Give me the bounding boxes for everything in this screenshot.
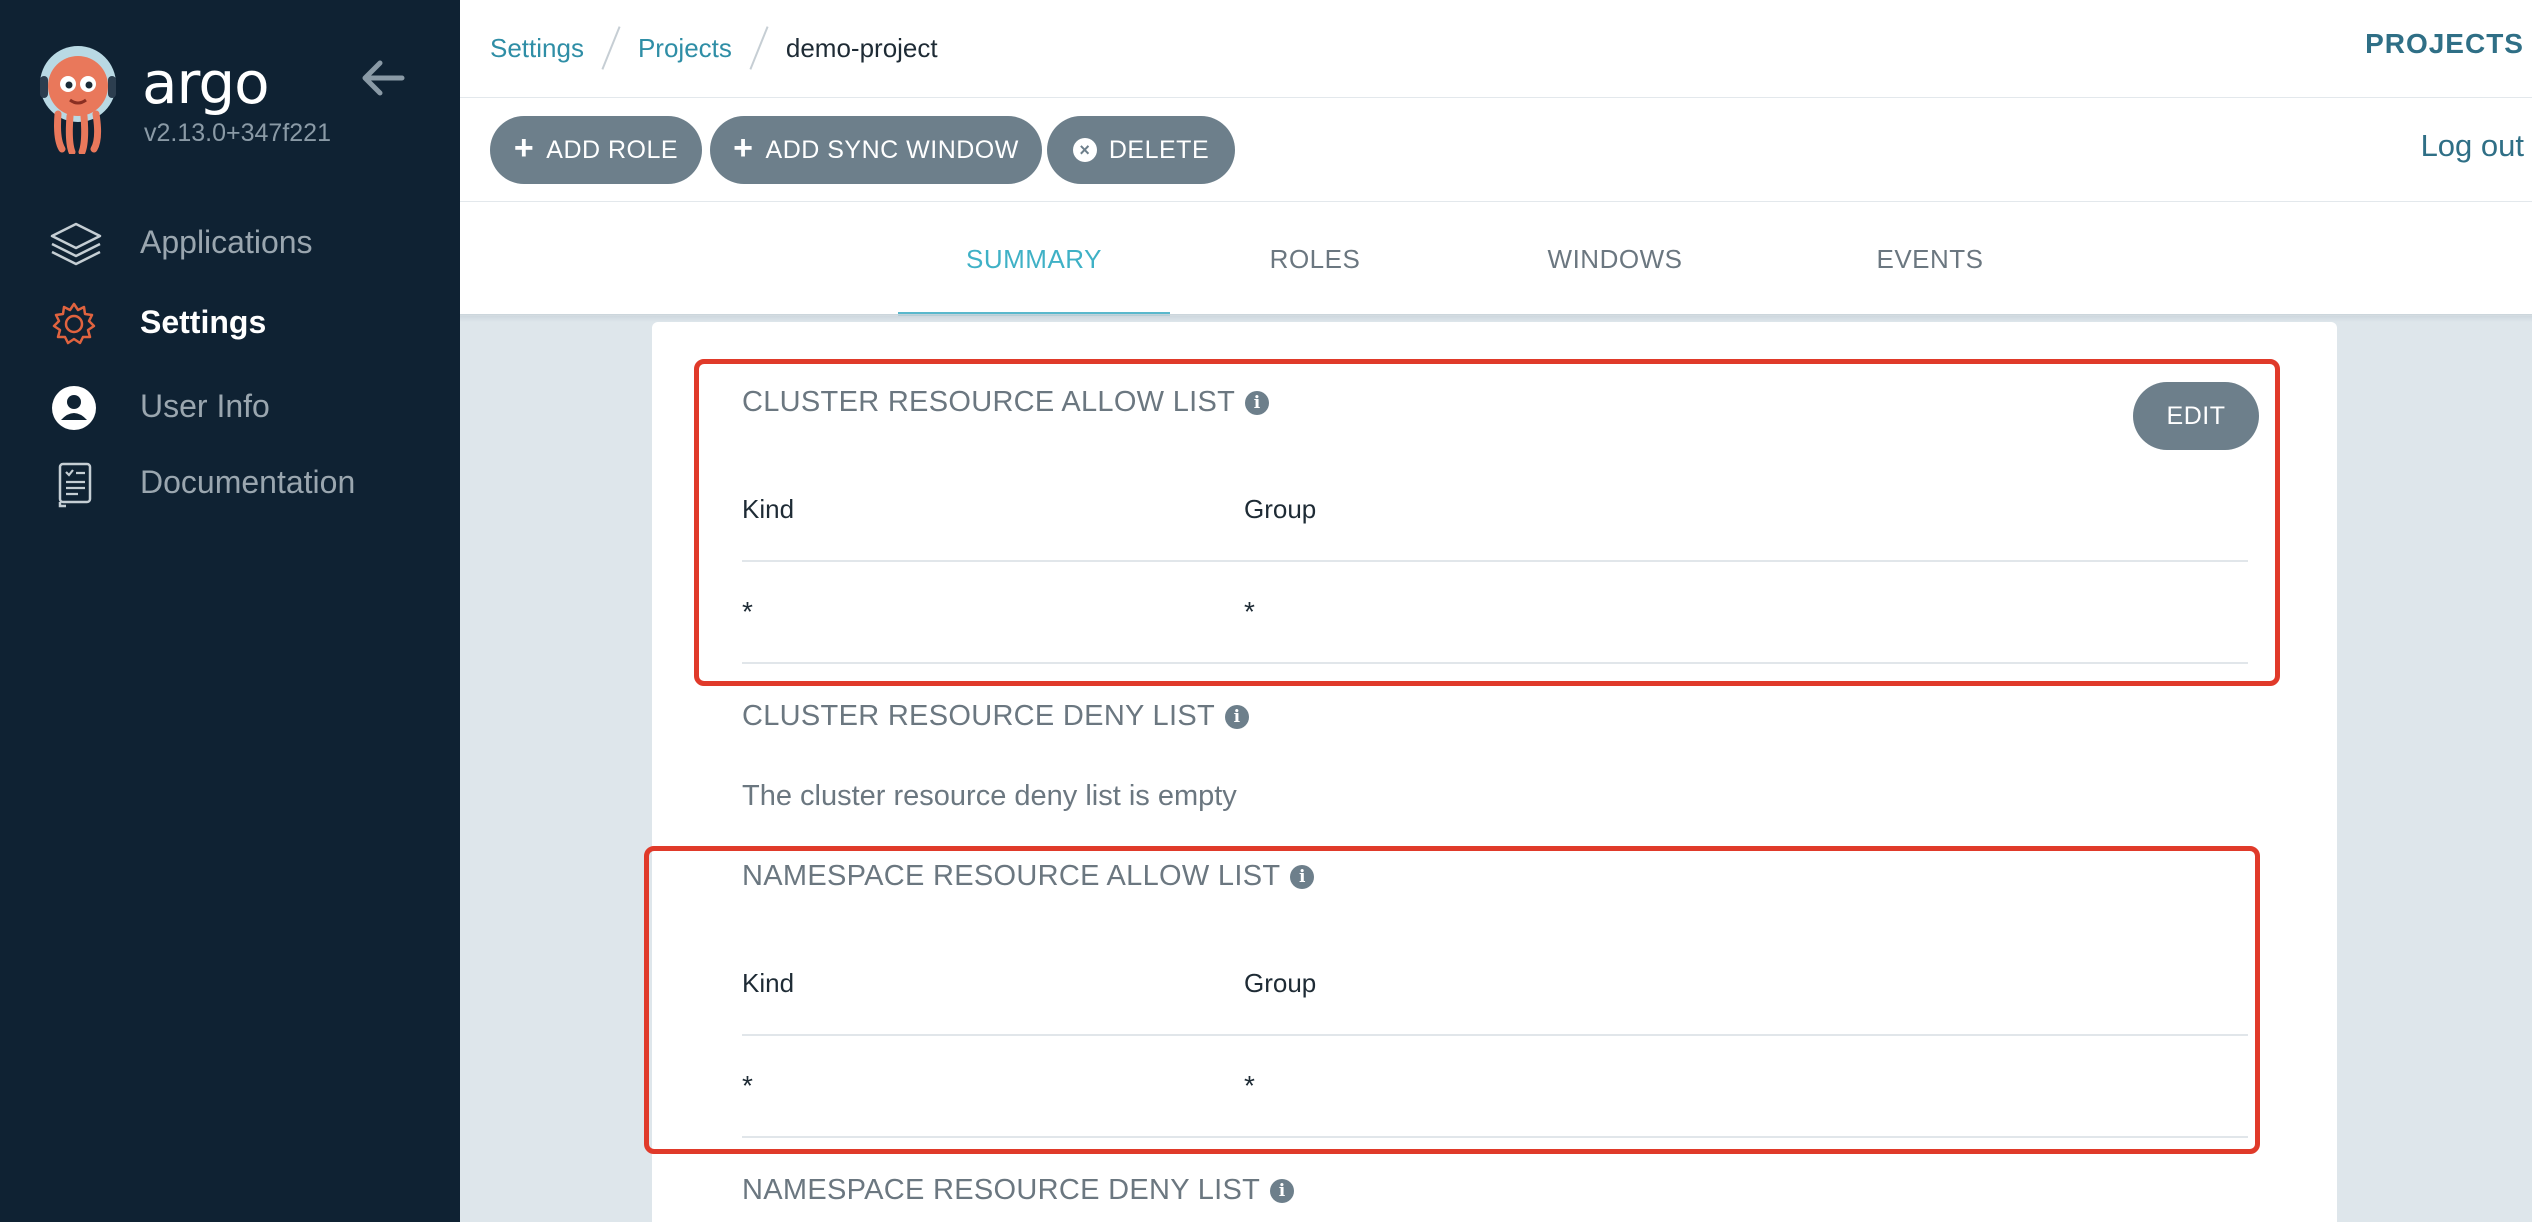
table-cell-group: * xyxy=(1244,1070,1255,1101)
cluster-deny-list-title: CLUSTER RESOURCE DENY LIST i xyxy=(742,700,1249,733)
breadcrumb: Settings Projects demo-project xyxy=(490,26,938,70)
sidebar-item-user-info[interactable]: User Info xyxy=(0,370,460,440)
gear-icon xyxy=(52,302,96,345)
sidebar-item-label: User Info xyxy=(140,388,270,424)
section-title-text: NAMESPACE RESOURCE ALLOW LIST xyxy=(742,860,1281,892)
section-title-text: CLUSTER RESOURCE DENY LIST xyxy=(742,700,1215,732)
plus-icon: + xyxy=(513,129,535,167)
sidebar-item-label: Documentation xyxy=(140,464,356,500)
tabs-shadow xyxy=(460,314,2532,322)
row-divider xyxy=(742,1034,2248,1036)
info-icon[interactable]: i xyxy=(1290,864,1315,889)
cluster-allow-list-title: CLUSTER RESOURCE ALLOW LIST i xyxy=(742,386,1270,419)
tab-roles[interactable]: ROLES xyxy=(1230,202,1400,316)
version-label: v2.13.0+347f221 xyxy=(144,119,331,147)
argo-mascot-logo[interactable] xyxy=(36,44,120,154)
sidebar-item-applications[interactable]: Applications xyxy=(0,206,460,276)
section-title-text: NAMESPACE RESOURCE DENY LIST xyxy=(742,1174,1261,1206)
delete-button[interactable]: × DELETE xyxy=(1047,116,1235,184)
table-cell-group: * xyxy=(1244,596,1255,627)
breadcrumb-separator xyxy=(601,26,621,70)
breadcrumb-separator xyxy=(749,26,769,70)
delete-label: DELETE xyxy=(1108,135,1210,164)
logout-link[interactable]: Log out xyxy=(2421,128,2524,164)
project-tabs: SUMMARY ROLES WINDOWS EVENTS xyxy=(460,202,2532,316)
add-role-label: ADD ROLE xyxy=(546,135,679,164)
row-divider xyxy=(742,560,2248,562)
breadcrumb-projects[interactable]: Projects xyxy=(638,33,732,64)
close-circle-icon: × xyxy=(1072,138,1097,162)
user-circle-icon xyxy=(52,386,96,430)
book-icon xyxy=(58,462,92,508)
header-section-title: PROJECTS xyxy=(2365,28,2524,59)
top-header: Settings Projects demo-project PROJECTS xyxy=(460,0,2532,98)
info-icon[interactable]: i xyxy=(1224,704,1249,729)
layers-icon xyxy=(50,222,102,266)
info-icon[interactable]: i xyxy=(1245,390,1270,415)
column-header-group: Group xyxy=(1244,968,1317,998)
namespace-allow-list-title: NAMESPACE RESOURCE ALLOW LIST i xyxy=(742,860,1315,893)
namespace-deny-list-title: NAMESPACE RESOURCE DENY LIST i xyxy=(742,1174,1295,1207)
action-toolbar: + ADD ROLE + ADD SYNC WINDOW × DELETE Lo… xyxy=(460,98,2532,202)
sidebar-item-documentation[interactable]: Documentation xyxy=(0,446,460,516)
table-cell-kind: * xyxy=(742,596,753,627)
column-header-kind: Kind xyxy=(742,968,795,998)
table-cell-kind: * xyxy=(742,1070,753,1101)
collapse-sidebar-arrow-icon[interactable] xyxy=(358,58,406,98)
empty-list-message: The cluster resource deny list is empty xyxy=(742,780,1237,812)
breadcrumb-current-project: demo-project xyxy=(785,32,938,63)
row-divider xyxy=(742,1136,2248,1138)
add-sync-window-label: ADD SYNC WINDOW xyxy=(765,135,1019,164)
tab-windows[interactable]: WINDOWS xyxy=(1520,202,1710,316)
sidebar-item-settings[interactable]: Settings xyxy=(0,286,460,356)
tab-events[interactable]: EVENTS xyxy=(1830,202,2030,316)
info-icon[interactable]: i xyxy=(1270,1178,1295,1203)
edit-button[interactable]: EDIT xyxy=(2133,382,2259,450)
summary-card: CLUSTER RESOURCE ALLOW LIST i EDIT Kind … xyxy=(652,322,2337,1222)
sidebar: argo v2.13.0+347f221 Applications Settin… xyxy=(0,0,460,1222)
add-sync-window-button[interactable]: + ADD SYNC WINDOW xyxy=(710,116,1042,184)
row-divider xyxy=(742,662,2248,664)
breadcrumb-settings[interactable]: Settings xyxy=(490,33,584,64)
logo-text: argo xyxy=(142,49,270,117)
section-title-text: CLUSTER RESOURCE ALLOW LIST xyxy=(742,386,1236,418)
column-header-kind: Kind xyxy=(742,494,795,524)
sidebar-item-label: Applications xyxy=(140,224,313,260)
column-header-group: Group xyxy=(1244,494,1317,524)
tab-summary[interactable]: SUMMARY xyxy=(898,202,1170,316)
sidebar-item-label: Settings xyxy=(140,304,267,340)
add-role-button[interactable]: + ADD ROLE xyxy=(490,116,702,184)
plus-icon: + xyxy=(733,129,754,167)
